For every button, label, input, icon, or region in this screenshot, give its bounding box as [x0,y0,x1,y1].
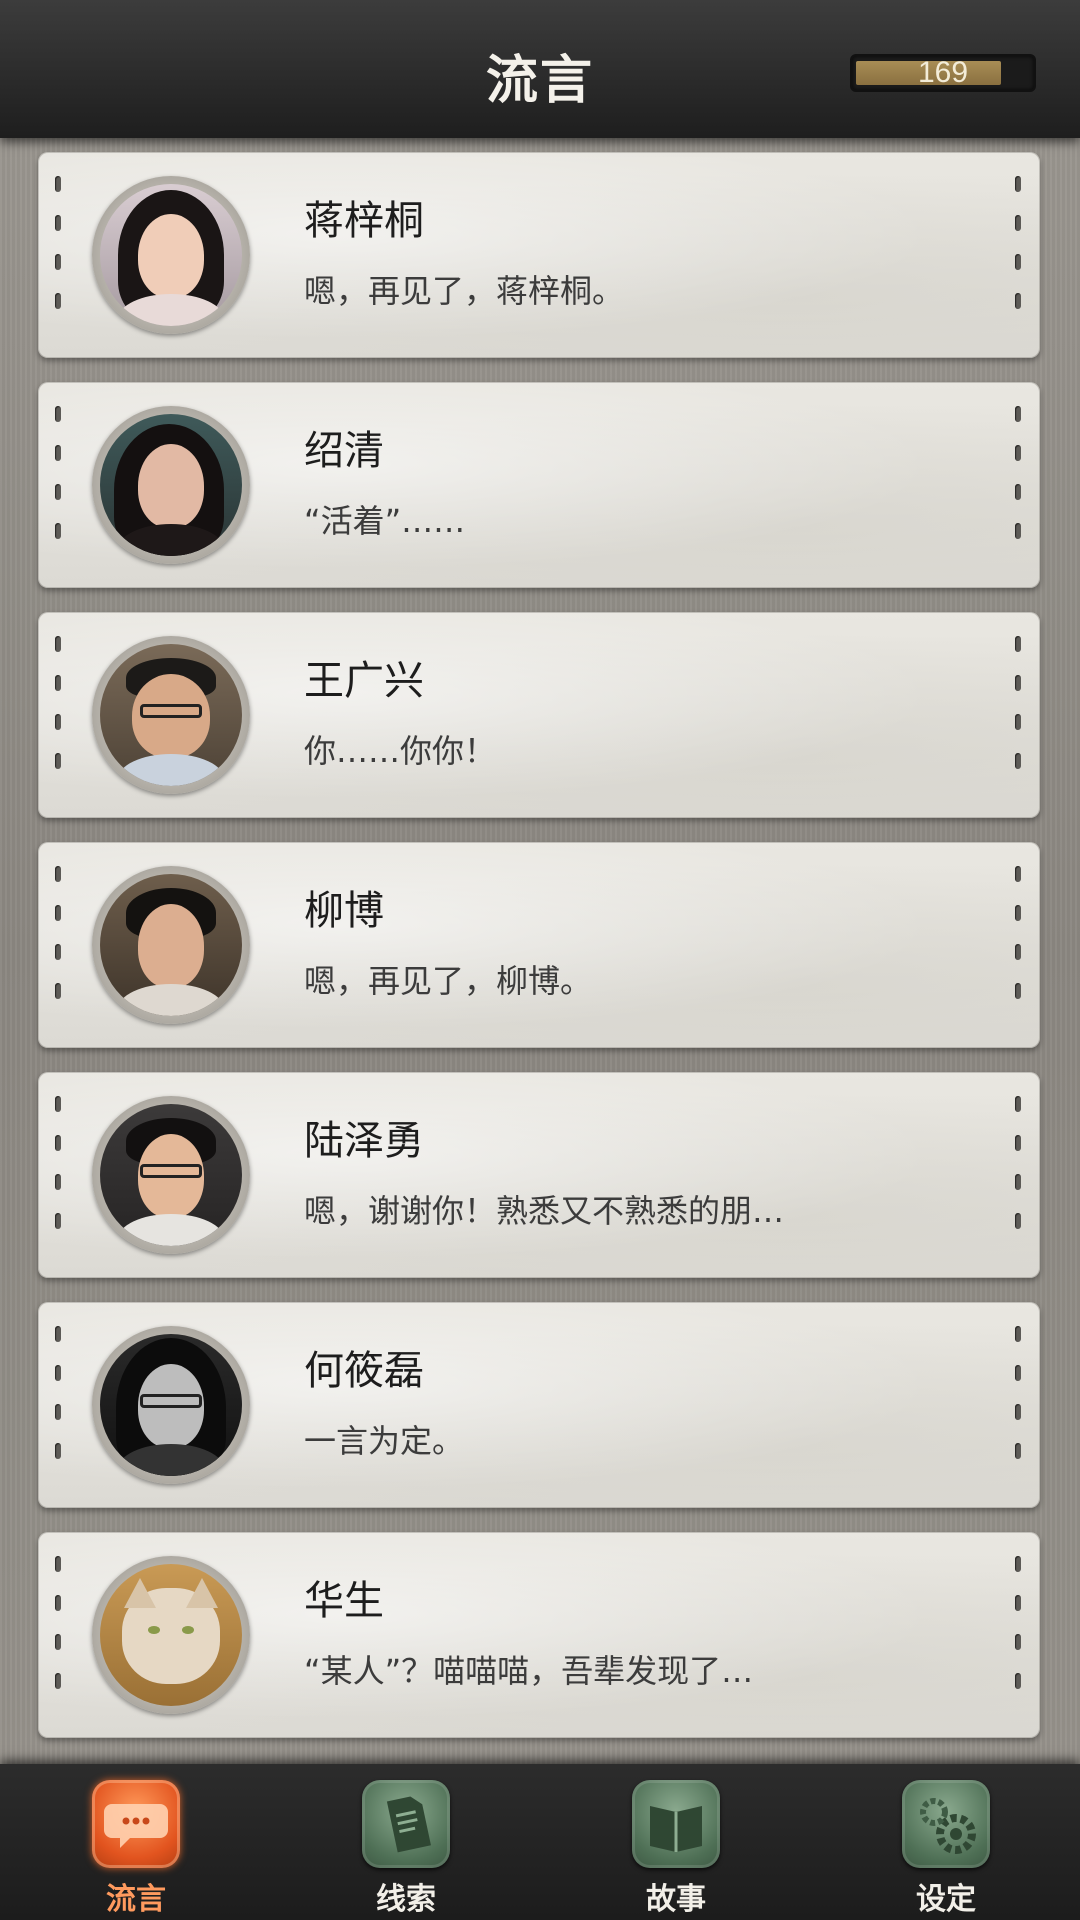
avatar-frame [92,1326,250,1484]
contact-card[interactable]: 柳博 嗯，再见了，柳博。 [38,842,1040,1048]
binder-holes [1015,176,1023,336]
book-icon [632,1780,720,1868]
currency-counter: 169 [850,54,1036,92]
contact-card[interactable]: 陆泽勇 嗯，谢谢你！熟悉又不熟悉的朋… [38,1072,1040,1278]
avatar-frame [92,176,250,334]
avatar [100,1104,242,1246]
avatar-frame [92,1556,250,1714]
binder-holes [1015,1556,1023,1716]
contact-name: 绍清 [304,428,384,474]
binder-holes [55,1096,63,1256]
last-message: “某人”？喵喵喵，吾辈发现了… [304,1652,754,1690]
chat-bubble-icon [92,1780,180,1868]
contact-card[interactable]: 华生 “某人”？喵喵喵，吾辈发现了… [38,1532,1040,1738]
avatar [100,1334,242,1476]
binder-holes [1015,636,1023,796]
last-message: 你……你你！ [304,732,497,770]
avatar-frame [92,636,250,794]
tab-label: 线索 [376,1882,436,1917]
avatar [100,644,242,786]
contact-card[interactable]: 何筱磊 一言为定。 [38,1302,1040,1508]
binder-holes [55,176,63,336]
binder-holes [1015,1326,1023,1486]
binder-holes [55,1556,63,1716]
binder-holes [55,406,63,566]
gear-icon [902,1780,990,1868]
contact-name: 陆泽勇 [304,1118,424,1164]
avatar [100,874,242,1016]
binder-holes [1015,1096,1023,1256]
top-bar: 流言 169 [0,0,1080,138]
contact-card[interactable]: 蒋梓桐 嗯，再见了，蒋梓桐。 [38,152,1040,358]
avatar-frame [92,866,250,1024]
binder-holes [1015,406,1023,566]
avatar [100,1564,242,1706]
contact-name: 蒋梓桐 [304,198,424,244]
contact-card[interactable]: 绍清 “活着”…… [38,382,1040,588]
avatar-frame [92,406,250,564]
tab-label: 流言 [106,1882,166,1917]
binder-holes [55,866,63,1026]
tab-story[interactable]: 故事 [616,1780,736,1920]
tab-label: 故事 [646,1882,706,1917]
last-message: “活着”…… [304,502,466,540]
avatar-frame [92,1096,250,1254]
binder-holes [55,1326,63,1486]
document-icon [362,1780,450,1868]
bottom-nav: 流言 线索 故事 设定 [0,1764,1080,1920]
contact-name: 何筱磊 [304,1348,424,1394]
counter-value: 169 [917,56,969,89]
last-message: 嗯，谢谢你！熟悉又不熟悉的朋… [304,1192,785,1230]
contact-card[interactable]: 王广兴 你……你你！ [38,612,1040,818]
last-message: 嗯，再见了，柳博。 [304,962,593,1000]
last-message: 一言为定。 [304,1422,465,1460]
binder-holes [1015,866,1023,1026]
last-message: 嗯，再见了，蒋梓桐。 [304,272,625,310]
tab-label: 设定 [916,1882,976,1917]
tab-clues[interactable]: 线索 [346,1780,466,1920]
contact-name: 王广兴 [304,658,424,704]
contact-name: 华生 [304,1578,384,1624]
avatar [100,414,242,556]
contact-name: 柳博 [304,888,384,934]
tab-rumors[interactable]: 流言 [76,1780,196,1920]
tab-settings[interactable]: 设定 [886,1780,1006,1920]
avatar [100,184,242,326]
binder-holes [55,636,63,796]
